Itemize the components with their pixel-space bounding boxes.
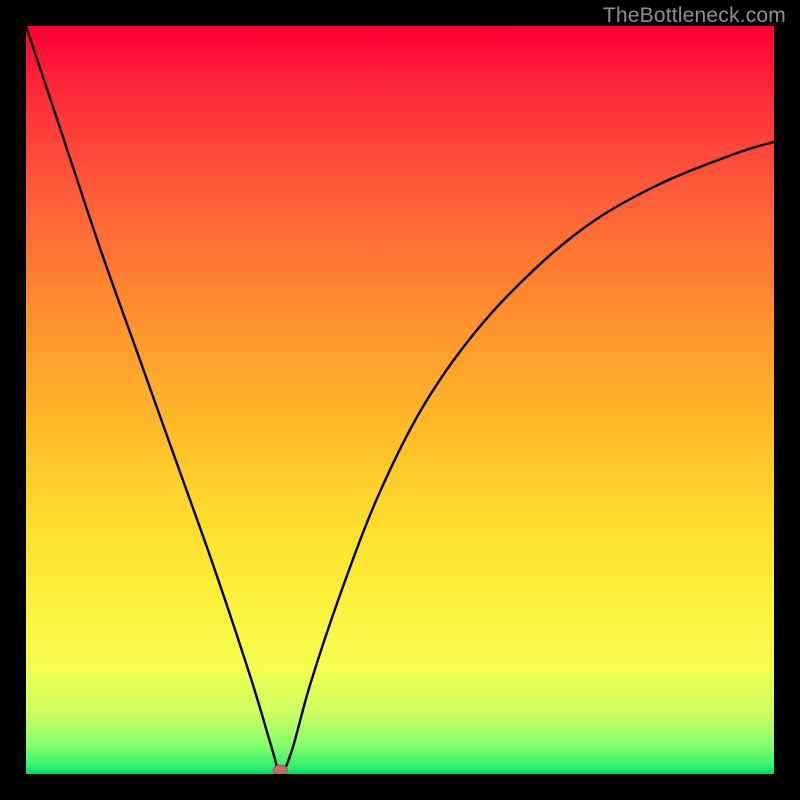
- watermark-text: TheBottleneck.com: [603, 4, 786, 28]
- chart-plot-area: [26, 26, 774, 774]
- chart-curve-layer: [26, 26, 774, 774]
- marker-min: [273, 765, 287, 774]
- bottleneck-curve: [26, 26, 774, 774]
- chart-frame: TheBottleneck.com: [0, 0, 800, 800]
